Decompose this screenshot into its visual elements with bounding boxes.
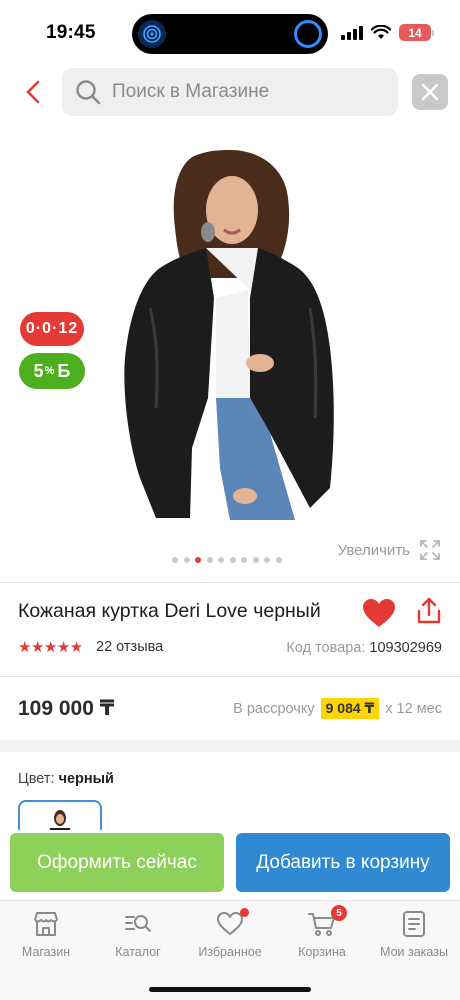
pagination-dot[interactable] bbox=[241, 557, 247, 563]
color-row: Цвет: черный bbox=[18, 771, 114, 787]
bottom-tab-bar: Магазин Каталог Избранное 5 Корзина Мои … bbox=[0, 900, 460, 1000]
tab-cart[interactable]: 5 Корзина bbox=[276, 905, 368, 969]
heart-filled-icon bbox=[363, 599, 395, 627]
add-to-cart-button[interactable]: Добавить в корзину bbox=[236, 833, 450, 892]
product-gallery[interactable]: 0·0·12 5% Б Увеличить bbox=[0, 130, 460, 575]
share-icon bbox=[417, 597, 441, 624]
rating-row: ★★★★★ 22 отзыва Код товара: 109302969 bbox=[18, 638, 442, 658]
battery-cap bbox=[432, 29, 434, 36]
pagination-dot[interactable] bbox=[183, 557, 190, 563]
tab-label: Мои заказы bbox=[380, 945, 448, 959]
bonus-badge-currency: Б bbox=[57, 360, 71, 381]
product-price: 109 000 ₸ bbox=[18, 697, 115, 720]
search-placeholder: Поиск в Магазине bbox=[112, 81, 270, 102]
tab-favorites[interactable]: Избранное bbox=[184, 908, 276, 969]
bonus-badge-value: 5 bbox=[33, 360, 44, 381]
status-time: 19:45 bbox=[46, 22, 96, 43]
buy-now-button[interactable]: Оформить сейчас bbox=[10, 833, 224, 892]
pagination-dot[interactable] bbox=[252, 557, 259, 563]
wifi-icon bbox=[371, 25, 391, 39]
favorite-button[interactable] bbox=[362, 598, 396, 628]
pagination-dot[interactable] bbox=[172, 557, 178, 563]
installment-term: х 12 мес bbox=[385, 700, 442, 717]
back-button[interactable] bbox=[20, 78, 48, 106]
notification-dot bbox=[240, 908, 249, 917]
color-label: Цвет: bbox=[18, 771, 55, 787]
search-icon bbox=[76, 80, 101, 105]
clear-search-button[interactable] bbox=[412, 74, 448, 110]
pagination-dot[interactable] bbox=[218, 557, 224, 563]
installment-info[interactable]: В рассрочку 9 084 ₸ х 12 мес bbox=[233, 698, 442, 719]
home-indicator[interactable] bbox=[149, 987, 311, 992]
orders-icon bbox=[399, 909, 429, 939]
sku-label: Код товара: bbox=[286, 640, 366, 656]
pagination-dot[interactable] bbox=[264, 557, 270, 563]
product-title: Кожаная куртка Deri Love черный bbox=[18, 600, 321, 622]
section-divider bbox=[0, 676, 460, 677]
installment-label: В рассрочку bbox=[233, 700, 315, 717]
section-separator bbox=[0, 740, 460, 752]
airdrop-icon bbox=[138, 20, 166, 48]
pagination-dot[interactable] bbox=[206, 557, 213, 563]
bonus-badge: 5% Б bbox=[19, 353, 85, 389]
tab-orders[interactable]: Мои заказы bbox=[368, 909, 460, 969]
activity-ring-icon bbox=[294, 20, 322, 48]
zoom-button[interactable]: Увеличить bbox=[338, 538, 442, 562]
pagination-dot[interactable] bbox=[229, 557, 236, 563]
cart-icon: 5 bbox=[307, 905, 347, 939]
tab-label: Каталог bbox=[115, 945, 161, 959]
section-divider bbox=[0, 582, 460, 583]
sku-value: 109302969 bbox=[369, 640, 442, 656]
cart-count-badge: 5 bbox=[331, 905, 347, 921]
tab-label: Магазин bbox=[21, 945, 71, 959]
price-row: 109 000 ₸ В рассрочку 9 084 ₸ х 12 мес bbox=[18, 694, 442, 724]
reviews-link[interactable]: 22 отзыва bbox=[96, 639, 163, 655]
search-input[interactable]: Поиск в Магазине bbox=[62, 68, 398, 116]
zoom-label: Увеличить bbox=[337, 541, 410, 559]
product-title-row: Кожаная куртка Deri Love черный bbox=[18, 596, 444, 630]
status-indicators: 14 bbox=[341, 24, 434, 41]
action-bar: Оформить сейчас Добавить в корзину bbox=[0, 830, 460, 900]
tab-store[interactable]: Магазин bbox=[0, 909, 92, 969]
gallery-pagination[interactable] bbox=[172, 557, 282, 563]
tab-label: Избранное bbox=[198, 945, 262, 959]
pagination-dot[interactable] bbox=[195, 557, 201, 563]
cellular-signal-icon bbox=[341, 25, 363, 40]
color-value: черный bbox=[58, 771, 114, 787]
tab-catalog[interactable]: Каталог bbox=[92, 909, 184, 969]
heart-icon bbox=[215, 908, 249, 939]
status-bar: 19:45 14 bbox=[0, 0, 460, 64]
search-header: Поиск в Магазине bbox=[0, 68, 460, 116]
product-photo[interactable] bbox=[120, 148, 342, 520]
expand-icon bbox=[420, 540, 440, 560]
catalog-search-icon bbox=[123, 909, 153, 939]
share-button[interactable] bbox=[414, 596, 444, 626]
rating-stars: ★★★★★ bbox=[18, 639, 83, 656]
bonus-badge-percent: % bbox=[44, 365, 55, 377]
installment-amount: 9 084 ₸ bbox=[320, 698, 380, 719]
close-icon bbox=[421, 83, 439, 101]
chevron-left-icon bbox=[26, 80, 40, 104]
tab-label: Корзина bbox=[298, 945, 346, 959]
pagination-dot[interactable] bbox=[275, 557, 282, 563]
sku: Код товара: 109302969 bbox=[286, 640, 442, 656]
battery-indicator: 14 bbox=[399, 24, 434, 41]
store-icon bbox=[31, 909, 61, 939]
dynamic-island bbox=[132, 14, 328, 54]
battery-level: 14 bbox=[399, 24, 431, 41]
installment-badge: 0·0·12 bbox=[20, 312, 84, 346]
